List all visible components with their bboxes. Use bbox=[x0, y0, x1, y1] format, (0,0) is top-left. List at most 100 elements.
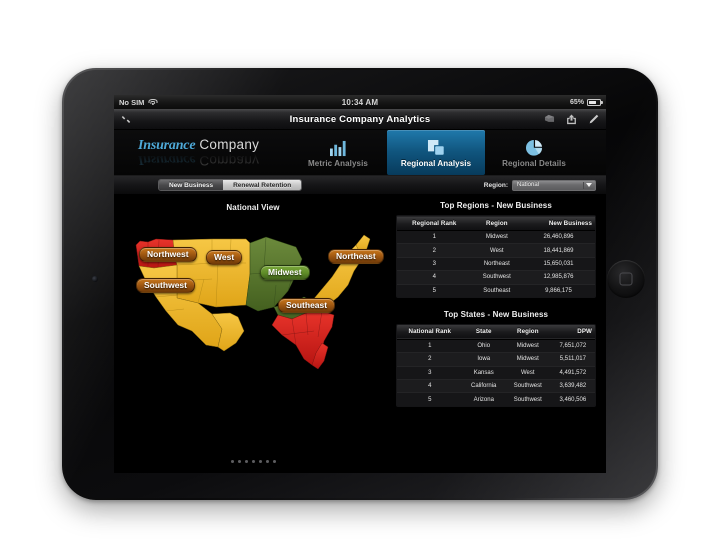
edit-pencil-icon[interactable] bbox=[588, 114, 599, 125]
region-dropdown[interactable]: National bbox=[512, 179, 596, 191]
table-row[interactable]: 3 Kansas West 4,491,572 bbox=[397, 366, 595, 381]
cell-dpw: 4,491,572 bbox=[550, 366, 595, 381]
cell-state: Ohio bbox=[462, 339, 505, 354]
map-label-northwest[interactable]: Northwest bbox=[139, 247, 197, 262]
cell-region: Midwest bbox=[504, 352, 551, 367]
status-bar-clock: 10:34 AM bbox=[341, 97, 379, 107]
segment-renewal-retention[interactable]: Renewal Retention bbox=[223, 180, 302, 190]
table-header-row: Regional Rank Region New Business bbox=[397, 215, 595, 231]
battery-icon bbox=[587, 98, 603, 106]
column-header-new-business: New Business bbox=[522, 215, 595, 231]
cell-region: Northeast bbox=[471, 257, 522, 272]
top-regions-block: Top Regions - New Business Regional Rank… bbox=[396, 201, 596, 298]
cell-new-business: 15,650,031 bbox=[522, 257, 595, 272]
cell-rank: 1 bbox=[397, 230, 472, 245]
tab-metric-analysis[interactable]: Metric Analysis bbox=[289, 130, 387, 175]
cell-dpw: 7,651,072 bbox=[550, 339, 595, 354]
tab-regional-analysis[interactable]: Regional Analysis bbox=[387, 130, 485, 175]
cell-state: California bbox=[462, 379, 505, 394]
page-dot[interactable] bbox=[258, 460, 262, 463]
table-row[interactable]: 5 Arizona Southwest 3,460,506 bbox=[397, 392, 595, 406]
cell-rank: 2 bbox=[397, 352, 463, 367]
region-dropdown-value: National bbox=[517, 182, 540, 188]
cell-new-business: 18,441,869 bbox=[522, 243, 595, 258]
tables-pane: Top Regions - New Business Regional Rank… bbox=[392, 195, 606, 473]
home-button[interactable] bbox=[607, 260, 645, 298]
cell-rank: 4 bbox=[397, 270, 472, 285]
chevron-down-icon[interactable] bbox=[583, 181, 594, 189]
layers-icon[interactable] bbox=[544, 114, 555, 124]
map-label-southeast[interactable]: Southeast bbox=[278, 298, 336, 313]
cell-state: Iowa bbox=[462, 352, 505, 367]
page-title: Insurance Company Analytics bbox=[289, 113, 431, 125]
table-row[interactable]: 2 Iowa Midwest 5,511,017 bbox=[397, 352, 595, 367]
region-filter-label: Region: bbox=[483, 181, 508, 189]
map-pane: National View Northwest West Midwest Nor… bbox=[114, 195, 392, 473]
app-logo: Insurance Company Insurance Company bbox=[114, 130, 289, 175]
map-label-northeast[interactable]: Northeast bbox=[328, 249, 384, 264]
title-bar-actions bbox=[544, 114, 599, 125]
top-states-table: National Rank State Region DPW 1 Ohio Mi… bbox=[396, 323, 596, 407]
blue-squares-icon bbox=[427, 137, 446, 157]
cell-rank: 5 bbox=[397, 392, 463, 406]
share-icon[interactable] bbox=[566, 114, 577, 125]
cell-dpw: 5,511,017 bbox=[550, 352, 595, 367]
segment-new-business[interactable]: New Business bbox=[159, 180, 224, 190]
us-region-map[interactable]: Northwest West Midwest Northeast Southwe… bbox=[126, 219, 384, 369]
cell-rank: 1 bbox=[397, 339, 463, 354]
business-type-segmented-control[interactable]: New Business Renewal Retention bbox=[158, 179, 303, 191]
map-label-midwest[interactable]: Midwest bbox=[260, 265, 310, 280]
region-filter-group: Region: National bbox=[483, 179, 596, 191]
cell-new-business: 12,985,876 bbox=[522, 270, 595, 285]
page-dot[interactable] bbox=[237, 460, 241, 463]
page-dot[interactable] bbox=[265, 460, 269, 463]
page-dot[interactable] bbox=[244, 460, 248, 463]
column-header-region: Region bbox=[471, 215, 522, 231]
table-row[interactable]: 4 Southwest 12,985,876 bbox=[397, 270, 595, 285]
tab-regional-details[interactable]: Regional Details bbox=[485, 130, 583, 175]
table-row[interactable]: 2 West 18,441,869 bbox=[397, 243, 595, 258]
dashboard-content: National View Northwest West Midwest Nor… bbox=[114, 195, 606, 473]
cell-new-business: 26,460,896 bbox=[522, 230, 595, 245]
cell-region: Southwest bbox=[471, 270, 522, 285]
page-dot[interactable] bbox=[230, 460, 234, 463]
column-header-state: State bbox=[462, 324, 505, 340]
cell-rank: 3 bbox=[397, 257, 472, 272]
logo-reflection: Insurance Company bbox=[138, 152, 289, 168]
top-states-title: Top States - New Business bbox=[443, 309, 549, 319]
ipad-device-frame: No SIM 10:34 AM 65% Insurance Company An… bbox=[62, 68, 658, 500]
cell-rank: 5 bbox=[397, 284, 472, 297]
cell-region: Southwest bbox=[504, 379, 551, 394]
column-header-dpw: DPW bbox=[550, 324, 595, 340]
page-dot[interactable] bbox=[251, 460, 255, 463]
top-regions-title: Top Regions - New Business bbox=[440, 201, 552, 210]
cell-dpw: 3,639,482 bbox=[550, 379, 595, 394]
logo-word-insurance: Insurance bbox=[138, 138, 196, 153]
ipad-screen: No SIM 10:34 AM 65% Insurance Company An… bbox=[114, 95, 606, 473]
logo-text: Insurance Company bbox=[138, 138, 289, 153]
table-row[interactable]: 3 Northeast 15,650,031 bbox=[397, 257, 595, 272]
tab-label-metric-analysis: Metric Analysis bbox=[308, 159, 368, 168]
page-dot[interactable] bbox=[272, 460, 276, 463]
column-header-regional-rank: Regional Rank bbox=[397, 215, 472, 231]
pie-chart-icon bbox=[525, 137, 544, 157]
page-indicator-dots[interactable] bbox=[114, 460, 392, 463]
brand-and-tabs: Insurance Company Insurance Company Metr… bbox=[114, 130, 606, 176]
cell-region: Midwest bbox=[504, 339, 551, 354]
app-title-bar: Insurance Company Analytics bbox=[114, 109, 606, 130]
table-row[interactable]: 4 California Southwest 3,639,482 bbox=[397, 379, 595, 394]
table-row[interactable]: 1 Ohio Midwest 7,651,072 bbox=[397, 339, 595, 354]
cell-dpw: 3,460,506 bbox=[550, 392, 595, 406]
map-label-west[interactable]: West bbox=[206, 250, 243, 265]
map-label-southwest[interactable]: Southwest bbox=[136, 278, 195, 293]
column-header-national-rank: National Rank bbox=[397, 324, 463, 340]
column-header-region: Region bbox=[504, 324, 551, 340]
logo-reflection-insurance: Insurance bbox=[138, 152, 196, 167]
map-panel-title: National View bbox=[226, 203, 280, 212]
logo-reflection-company: Company bbox=[199, 153, 260, 168]
table-row[interactable]: 5 Southeast 9,866,175 bbox=[397, 284, 595, 297]
cell-region: West bbox=[504, 366, 551, 381]
table-row[interactable]: 1 Midwest 26,460,896 bbox=[397, 230, 595, 245]
top-regions-table: Regional Rank Region New Business 1 Midw… bbox=[396, 215, 596, 298]
cell-region: Midwest bbox=[471, 230, 522, 245]
